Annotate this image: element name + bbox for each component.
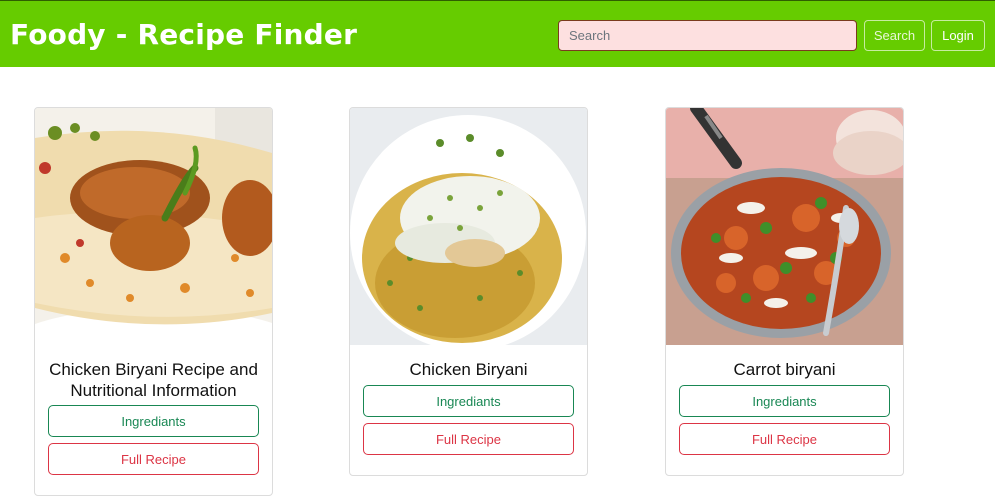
recipe-title: Chicken Biryani <box>409 360 528 379</box>
recipe-image <box>35 108 272 345</box>
brand-title[interactable]: Foody - Recipe Finder <box>10 18 357 51</box>
search-input[interactable] <box>558 20 857 51</box>
navbar: Foody - Recipe Finder Search Login <box>0 0 995 67</box>
ingredients-button[interactable]: Ingrediants <box>363 385 574 417</box>
recipe-title: Chicken Biryani Recipe and Nutritional I… <box>49 360 258 400</box>
recipe-card: Carrot biryani Ingrediants Full Recipe <box>665 107 904 476</box>
login-button[interactable]: Login <box>931 20 985 51</box>
ingredients-button[interactable]: Ingrediants <box>679 385 890 417</box>
ingredients-button[interactable]: Ingrediants <box>48 405 259 437</box>
recipe-card: Chicken Biryani Ingrediants Full Recipe <box>349 107 588 476</box>
recipe-title: Carrot biryani <box>733 360 836 379</box>
full-recipe-button[interactable]: Full Recipe <box>363 423 574 455</box>
full-recipe-button[interactable]: Full Recipe <box>679 423 890 455</box>
search-button[interactable]: Search <box>864 20 925 51</box>
full-recipe-button[interactable]: Full Recipe <box>48 443 259 475</box>
recipe-image <box>666 108 903 345</box>
recipe-card: Chicken Biryani Recipe and Nutritional I… <box>34 107 273 496</box>
recipe-image <box>350 108 587 345</box>
